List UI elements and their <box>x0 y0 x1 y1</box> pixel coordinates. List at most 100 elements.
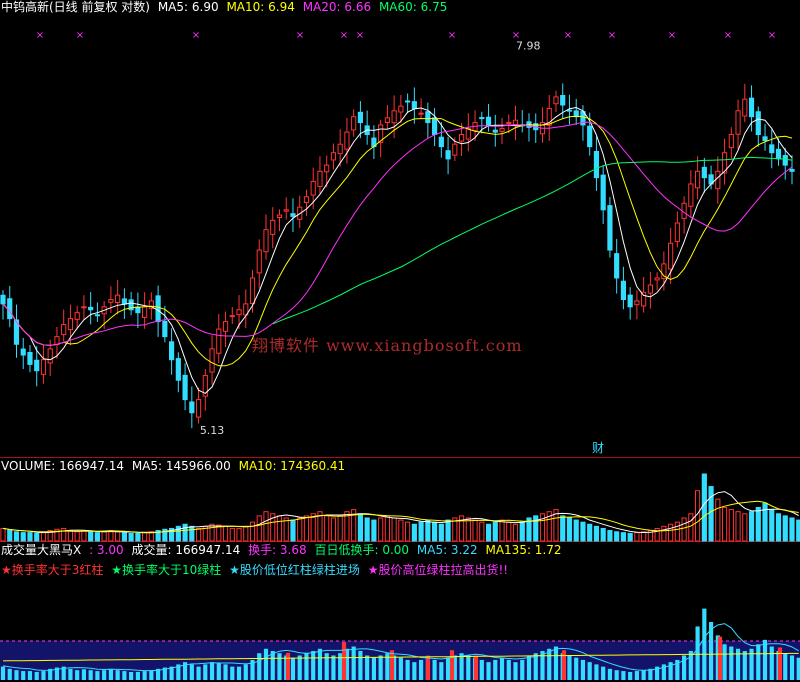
volume-bar <box>324 515 330 542</box>
indicator-low100: 百日低换手: 0.00 <box>314 543 410 557</box>
turnover-red-bar <box>341 642 347 680</box>
turnover-bar <box>486 662 491 680</box>
turnover-bar <box>223 664 228 680</box>
watermark: 翔博软件 www.xiangbosoft.com <box>252 336 523 355</box>
turnover-bar <box>277 653 282 680</box>
volume-bar <box>142 532 148 542</box>
turnover-bar <box>742 650 747 680</box>
volume-bar <box>236 527 242 542</box>
volume-bar <box>297 517 303 542</box>
volume-bar <box>681 517 687 542</box>
signal-marker: × <box>36 30 44 41</box>
turnover-bar <box>783 653 788 680</box>
candle-body <box>74 312 80 320</box>
turnover-bar <box>189 664 194 680</box>
volume-bar <box>290 519 296 542</box>
turnover-bar <box>553 646 559 680</box>
signal-marker: × <box>668 30 676 41</box>
legend-entry: ★股价低位红柱绿柱进场 <box>229 563 360 577</box>
volume-bar <box>512 523 519 542</box>
candle-body <box>155 295 161 323</box>
volume-bar <box>560 515 566 542</box>
turnover-bar <box>149 670 154 680</box>
turnover-bar <box>695 626 700 680</box>
candle-body <box>506 122 512 125</box>
volume-bar <box>661 525 667 542</box>
turnover-bar <box>88 670 93 680</box>
volume-bar <box>364 517 370 542</box>
turnover-bar <box>270 650 275 680</box>
candle-body <box>162 320 168 338</box>
volume-bar <box>81 530 87 542</box>
candle-body <box>728 134 734 149</box>
volume-bar <box>769 509 775 542</box>
turnover-red-bar <box>285 652 291 680</box>
turnover-bar <box>371 657 376 680</box>
candle-body <box>775 148 782 160</box>
candle-body <box>620 280 627 300</box>
turnover-bar <box>419 659 424 680</box>
candle-body <box>735 110 741 135</box>
candle-body <box>317 170 323 188</box>
volume-bar <box>243 525 249 542</box>
volume-bar <box>249 521 256 542</box>
candle-body <box>452 143 458 156</box>
candle-body <box>492 129 498 133</box>
candle-body <box>701 166 707 179</box>
candle-body <box>512 119 519 126</box>
turnover-bar <box>641 670 646 680</box>
candle-body <box>81 306 87 309</box>
turnover-bar <box>445 657 451 680</box>
turnover-bar <box>331 655 336 680</box>
candle-body <box>142 306 148 318</box>
volume-bar <box>378 517 384 542</box>
indicator-ma5: MA5: 3.22 <box>416 543 478 557</box>
turnover-bar <box>95 671 100 680</box>
turnover-bar <box>405 659 410 680</box>
turnover-bar <box>567 655 572 680</box>
turnover-bar <box>594 664 599 680</box>
volume-bar <box>775 513 782 542</box>
turnover-bar <box>196 666 201 680</box>
legend-exit: ★股价高位绿柱拉高出货!! <box>367 563 509 577</box>
candle-body <box>762 136 768 142</box>
turnover-bar <box>122 671 127 680</box>
turnover-bar <box>607 668 613 680</box>
candle-body <box>263 229 269 253</box>
turnover-red-bar <box>717 636 723 680</box>
turnover-bar <box>0 666 6 680</box>
turnover-bar <box>14 670 19 680</box>
turnover-bar <box>135 671 140 680</box>
volume-bar <box>755 507 761 542</box>
turnover-bar <box>412 662 417 680</box>
volume-label: VOLUME: 166947.14 <box>1 459 124 473</box>
turnover-bar <box>459 653 464 680</box>
volume-bar <box>310 513 316 542</box>
volume-bar <box>728 509 734 542</box>
turnover-bar <box>230 666 235 680</box>
turnover-bar <box>796 657 800 680</box>
turnover-red-bar <box>561 650 567 680</box>
volume-bar <box>762 502 768 542</box>
turnover-bar <box>216 663 221 680</box>
volume-bar <box>634 532 640 542</box>
volume-bar <box>27 532 33 542</box>
candle-body <box>27 351 33 365</box>
candle-body <box>47 348 53 364</box>
volume-bar <box>472 519 478 542</box>
signal-marker: × <box>340 30 348 41</box>
volume-bar <box>418 521 424 542</box>
volume-bar <box>479 521 485 542</box>
turnover-bar <box>634 671 639 680</box>
candle-body <box>256 249 262 274</box>
volume-bar <box>607 530 613 542</box>
volume-bar <box>411 523 417 542</box>
turnover-bar <box>499 657 505 680</box>
candle-body <box>566 109 573 112</box>
indicator-ma135: MA135: 1.72 <box>485 543 562 557</box>
candle-body <box>479 117 485 120</box>
volume-bar <box>465 517 471 542</box>
turnover-bar <box>243 664 248 680</box>
signal-marker: × <box>192 30 200 41</box>
high-annotation: 7.98 <box>516 40 541 53</box>
